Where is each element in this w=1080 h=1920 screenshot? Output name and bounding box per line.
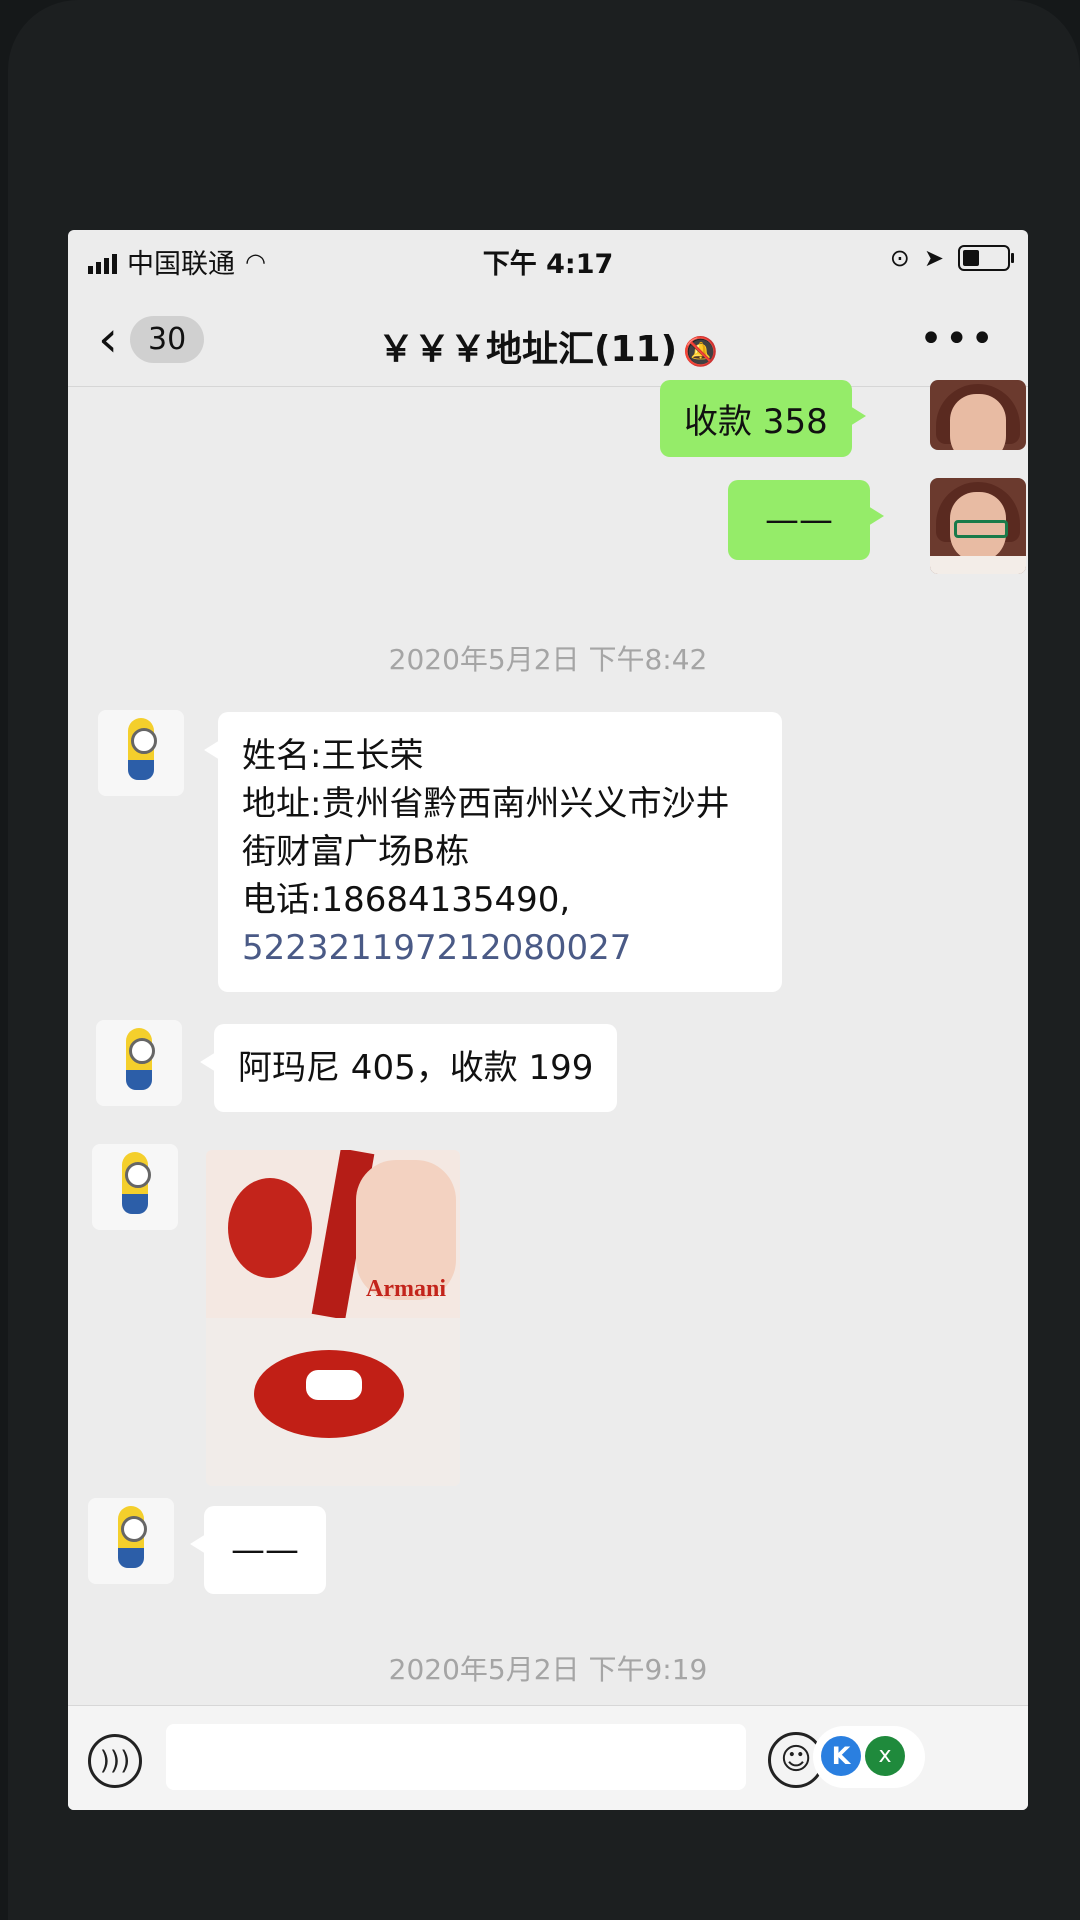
brand-label: Armani bbox=[366, 1276, 446, 1302]
k-app-icon[interactable]: K bbox=[821, 1736, 861, 1776]
contact-avatar[interactable] bbox=[92, 1144, 178, 1230]
message-text: 收款 358 bbox=[684, 402, 828, 442]
clock: 下午 4:17 bbox=[482, 249, 614, 280]
name-line: 姓名:王长荣 bbox=[242, 736, 424, 776]
self-avatar[interactable] bbox=[930, 380, 1026, 450]
received-message[interactable]: —— bbox=[190, 1506, 326, 1594]
sent-message[interactable]: 收款 358 bbox=[660, 380, 866, 457]
mute-bell-icon: 🔕 bbox=[683, 335, 718, 368]
contact-avatar[interactable] bbox=[96, 1020, 182, 1106]
address-line-2: 街财富广场B栋 bbox=[242, 832, 470, 872]
message-text: —— bbox=[231, 1530, 299, 1570]
phone-frame: 中国联通 ◠ 下午 4:17 ⊙ ➤ ‹ 30 ￥￥￥地址汇(11) 🔕 ••• … bbox=[8, 0, 1080, 1920]
address-line: 地址:贵州省黔西南州兴义市沙井 bbox=[242, 784, 730, 824]
chat-header: ‹ 30 ￥￥￥地址汇(11) 🔕 ••• bbox=[68, 300, 1028, 387]
contact-avatar[interactable] bbox=[98, 710, 184, 796]
timestamp: 2020年5月2日 下午8:42 bbox=[388, 643, 708, 676]
status-bar: 中国联通 ◠ 下午 4:17 ⊙ ➤ bbox=[68, 230, 1028, 300]
message-input[interactable] bbox=[166, 1724, 746, 1790]
received-message[interactable]: 阿玛尼 405，收款 199 bbox=[199, 1024, 618, 1112]
group-name: ￥￥￥地址汇(11) bbox=[378, 329, 678, 370]
chat-title: ￥￥￥地址汇(11) 🔕 bbox=[68, 320, 1028, 372]
id-number: 522321197212080027 bbox=[242, 928, 632, 968]
orientation-lock-icon: ⊙ bbox=[889, 244, 910, 272]
sent-message[interactable]: —— bbox=[728, 480, 884, 560]
message-text: —— bbox=[765, 500, 833, 540]
received-message[interactable]: 姓名:王长荣 地址:贵州省黔西南州兴义市沙井 街财富广场B栋 电话:186841… bbox=[204, 712, 782, 992]
battery-icon bbox=[958, 245, 1014, 271]
floating-widget[interactable]: K x bbox=[813, 1726, 925, 1788]
voice-input-icon[interactable]: ))) bbox=[88, 1734, 142, 1788]
more-options-button[interactable]: ••• bbox=[919, 316, 996, 362]
lipstick-photo[interactable]: Armani bbox=[206, 1150, 460, 1486]
message-text: 阿玛尼 405，收款 199 bbox=[238, 1048, 594, 1088]
teeth-image bbox=[306, 1370, 362, 1400]
close-icon[interactable]: x bbox=[865, 1736, 905, 1776]
location-icon: ➤ bbox=[923, 244, 944, 272]
chat-screen: 中国联通 ◠ 下午 4:17 ⊙ ➤ ‹ 30 ￥￥￥地址汇(11) 🔕 ••• … bbox=[68, 230, 1028, 1810]
timestamp: 2020年5月2日 下午9:19 bbox=[388, 1653, 708, 1686]
lip-swatch bbox=[228, 1178, 312, 1278]
phone-line: 电话:18684135490, bbox=[242, 880, 571, 920]
self-avatar[interactable] bbox=[930, 478, 1026, 574]
contact-avatar[interactable] bbox=[88, 1498, 174, 1584]
input-bar: ))) ☺ K x bbox=[68, 1705, 1028, 1810]
